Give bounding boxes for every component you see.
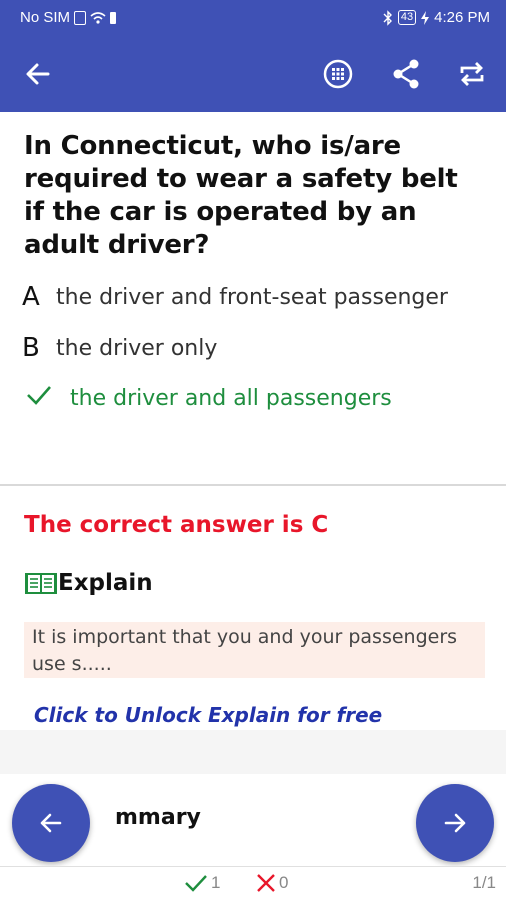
grid-icon — [323, 59, 353, 89]
app-bar — [0, 36, 506, 112]
divider — [0, 484, 506, 486]
correct-count: 1 — [184, 873, 220, 893]
bottom-bar: 1 0 1/1 — [0, 866, 506, 901]
summary-title: mmary — [115, 805, 201, 830]
explain-header: Explain — [24, 570, 153, 596]
sim-icon — [74, 10, 87, 25]
share-icon — [393, 59, 419, 89]
carrier-text: No SIM — [20, 9, 71, 26]
close-icon — [257, 874, 275, 892]
explain-title: Explain — [58, 570, 153, 596]
correct-answer-text: The correct answer is C — [24, 512, 329, 538]
check-icon — [27, 386, 51, 405]
arrow-left-icon — [40, 813, 62, 833]
repeat-icon — [460, 62, 484, 86]
repeat-button[interactable] — [456, 58, 488, 90]
option-b[interactable]: B the driver only — [22, 333, 217, 363]
next-button[interactable] — [416, 784, 494, 862]
unlock-explain-link[interactable]: Click to Unlock Explain for free — [34, 703, 382, 727]
option-c[interactable]: the driver and all passengers — [26, 384, 392, 412]
battery-saver-icon — [110, 11, 117, 24]
wrong-count: 0 — [256, 873, 288, 893]
explain-text: It is important that you and your passen… — [24, 622, 485, 678]
option-label: the driver only — [56, 335, 218, 361]
clock-text: 4:26 PM — [434, 9, 490, 26]
option-letter: B — [22, 333, 40, 363]
share-button[interactable] — [390, 58, 422, 90]
arrow-left-icon — [26, 63, 50, 85]
option-letter: A — [22, 282, 40, 312]
question-text: In Connecticut, who is/are required to w… — [24, 131, 458, 260]
check-icon — [185, 875, 207, 892]
check-icon-wrap — [26, 384, 70, 412]
section-separator — [0, 730, 506, 774]
arrow-right-icon — [444, 813, 466, 833]
book-icon — [25, 573, 57, 594]
prev-button[interactable] — [12, 784, 90, 862]
correct-count-value: 1 — [211, 873, 221, 892]
summary-text-peek — [60, 858, 280, 866]
option-label: the driver and all passengers — [70, 385, 392, 411]
option-label: the driver and front-seat passenger — [56, 284, 448, 310]
status-bar: No SIM 43 4:26 PM — [0, 0, 506, 36]
back-button[interactable] — [22, 58, 54, 90]
wifi-icon — [90, 11, 106, 24]
charging-icon — [421, 10, 430, 25]
battery-icon: 43 — [397, 10, 417, 25]
grid-button[interactable] — [322, 58, 354, 90]
wrong-count-value: 0 — [279, 873, 289, 892]
bluetooth-icon — [383, 9, 392, 26]
option-a[interactable]: A the driver and front-seat passenger — [22, 282, 448, 312]
page-indicator: 1/1 — [472, 873, 496, 892]
